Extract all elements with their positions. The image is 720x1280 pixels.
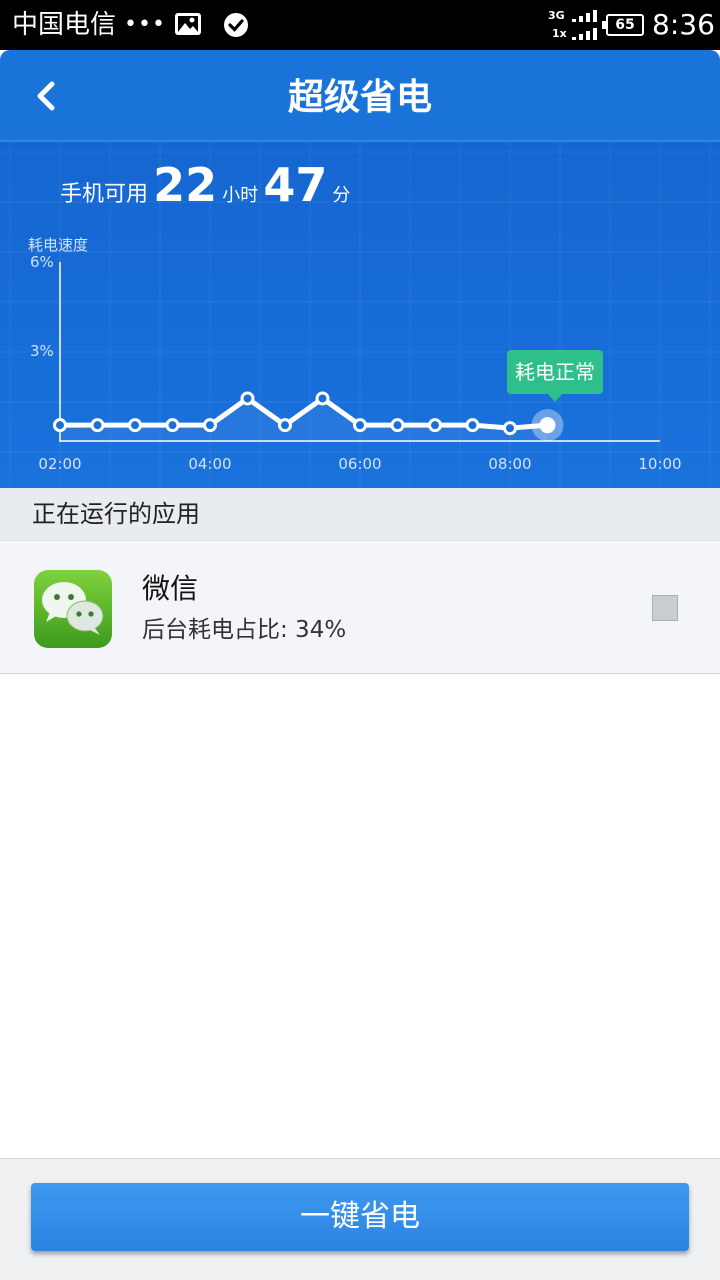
- gallery-icon: [174, 12, 202, 36]
- section-header: 正在运行的应用: [0, 488, 720, 540]
- one-click-save-button[interactable]: 一键省电: [31, 1183, 689, 1251]
- x-tick-label: 08:00: [488, 455, 531, 473]
- app-usage: 后台耗电占比: 34%: [142, 617, 347, 643]
- estimate-minutes: 47: [263, 158, 328, 212]
- y-tick-label: 3%: [30, 342, 54, 360]
- app-checkbox[interactable]: [652, 595, 678, 621]
- hours-unit: 小时: [222, 185, 259, 206]
- data-point: [53, 418, 67, 433]
- page-title: 超级省电: [287, 77, 432, 118]
- more-notifications-icon: •••: [124, 12, 166, 37]
- minutes-unit: 分: [332, 185, 351, 206]
- data-point: [315, 391, 330, 406]
- status-tooltip: 耗电正常: [507, 350, 603, 402]
- signal-icon: 3G 1x: [548, 10, 598, 42]
- y-tick-label: 6%: [30, 253, 54, 271]
- current-point: [539, 417, 556, 434]
- back-button[interactable]: [22, 70, 68, 120]
- data-point: [278, 418, 292, 433]
- carrier-name: 中国电信: [12, 10, 117, 40]
- data-point: [428, 418, 442, 433]
- chevron-left-icon: [37, 81, 55, 111]
- check-circle-icon: [223, 12, 249, 38]
- data-point: [128, 418, 142, 433]
- x-tick-label: 04:00: [188, 455, 231, 473]
- data-point: [240, 391, 255, 406]
- data-point: [465, 418, 480, 433]
- estimate-hours: 22: [153, 158, 218, 212]
- title-bar: 超级省电: [0, 50, 720, 140]
- data-point: [353, 418, 367, 433]
- bottom-bar: 一键省电: [0, 1158, 720, 1280]
- data-point: [390, 418, 405, 433]
- data-point: [90, 418, 105, 433]
- x-tick-label: 02:00: [38, 455, 81, 473]
- clock: 8:36: [652, 8, 715, 41]
- estimate-label: 手机可用: [60, 182, 149, 207]
- wechat-icon: [34, 570, 112, 648]
- y-axis-label: 耗电速度: [28, 236, 88, 254]
- data-point: [203, 418, 217, 433]
- status-bar: 中国电信 ••• 3G 1x 65 8:36: [0, 0, 720, 50]
- data-point: [165, 418, 180, 433]
- battery-icon: 65: [602, 14, 644, 36]
- data-point: [503, 421, 517, 436]
- x-tick-label: 10:00: [638, 455, 681, 473]
- section-title: 正在运行的应用: [32, 500, 200, 528]
- battery-estimate: 手机可用 22 小时 47 分: [60, 158, 350, 212]
- list-item[interactable]: 微信 后台耗电占比: 34%: [0, 540, 720, 674]
- app-name: 微信: [142, 572, 199, 605]
- x-tick-label: 06:00: [338, 455, 381, 473]
